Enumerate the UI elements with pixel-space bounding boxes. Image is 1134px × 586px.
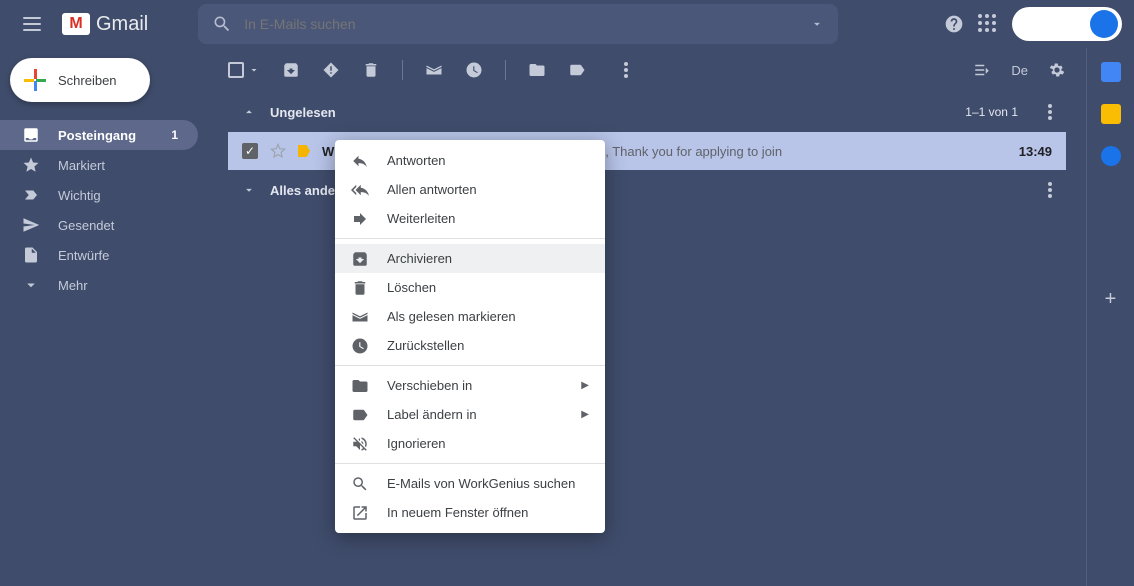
chevron-down-icon xyxy=(22,276,40,294)
drafts-icon xyxy=(22,246,40,264)
avatar xyxy=(1090,10,1118,38)
ctx-search-sender[interactable]: E-Mails von WorkGenius suchen xyxy=(335,469,605,498)
archive-icon xyxy=(351,250,369,268)
input-tools-label[interactable]: De xyxy=(1011,63,1028,78)
search-icon xyxy=(212,14,232,34)
ctx-delete[interactable]: Löschen xyxy=(335,273,605,302)
ctx-move-to[interactable]: Verschieben in ▶ xyxy=(335,371,605,400)
search-options-icon[interactable] xyxy=(810,17,824,31)
main-menu-button[interactable] xyxy=(12,4,52,44)
ctx-label-as[interactable]: Label ändern in ▶ xyxy=(335,400,605,429)
sidebar-label: Wichtig xyxy=(58,188,178,203)
sidebar-item-inbox[interactable]: Posteingang 1 xyxy=(0,120,198,150)
section-count: 1–1 von 1 xyxy=(965,105,1018,119)
toolbar-more-icon[interactable] xyxy=(624,62,628,78)
mark-read-icon xyxy=(351,308,369,326)
keep-icon[interactable] xyxy=(1101,104,1121,124)
reply-all-icon xyxy=(351,181,369,199)
calendar-icon[interactable] xyxy=(1101,62,1121,82)
archive-icon[interactable] xyxy=(282,61,300,79)
settings-icon[interactable] xyxy=(1048,61,1066,79)
chevron-right-icon: ▶ xyxy=(581,409,589,420)
logo-text: Gmail xyxy=(96,13,148,36)
sidebar-item-sent[interactable]: Gesendet xyxy=(0,210,198,240)
search-input[interactable] xyxy=(244,16,810,32)
sidebar-item-drafts[interactable]: Entwürfe xyxy=(0,240,198,270)
ctx-mark-read[interactable]: Als gelesen markieren xyxy=(335,302,605,331)
delete-icon[interactable] xyxy=(362,61,380,79)
select-all-checkbox[interactable] xyxy=(228,62,244,78)
section-title: Ungelesen xyxy=(270,105,336,120)
ctx-reply-all[interactable]: Allen antworten xyxy=(335,175,605,204)
context-menu: Antworten Allen antworten Weiterleiten A… xyxy=(335,140,605,533)
ctx-forward[interactable]: Weiterleiten xyxy=(335,204,605,233)
section-unread-header[interactable]: Ungelesen 1–1 von 1 xyxy=(228,92,1066,132)
ctx-archive[interactable]: Archivieren xyxy=(335,244,605,273)
mark-read-icon[interactable] xyxy=(425,61,443,79)
add-icon[interactable]: + xyxy=(1105,288,1117,311)
folder-icon xyxy=(351,377,369,395)
hamburger-icon xyxy=(23,17,41,31)
ctx-snooze[interactable]: Zurückstellen xyxy=(335,331,605,360)
sidebar-item-important[interactable]: Wichtig xyxy=(0,180,198,210)
sidebar-item-more[interactable]: Mehr xyxy=(0,270,198,300)
sidebar-label: Mehr xyxy=(58,278,178,293)
sidebar-item-starred[interactable]: Markiert xyxy=(0,150,198,180)
delete-icon xyxy=(351,279,369,297)
help-icon[interactable] xyxy=(944,14,964,34)
account-chip[interactable] xyxy=(1012,7,1122,41)
chevron-down-icon xyxy=(242,183,256,197)
search-box[interactable] xyxy=(198,4,838,44)
inbox-icon xyxy=(22,126,40,144)
important-marker-icon[interactable] xyxy=(298,145,310,157)
side-panel: + xyxy=(1086,48,1134,586)
tasks-icon[interactable] xyxy=(1101,146,1121,166)
star-icon[interactable] xyxy=(270,143,286,159)
chevron-up-icon xyxy=(242,105,256,119)
sidebar-label: Gesendet xyxy=(58,218,178,233)
sent-icon xyxy=(22,216,40,234)
sidebar-label: Posteingang xyxy=(58,128,153,143)
star-icon xyxy=(22,156,40,174)
select-dropdown-icon[interactable] xyxy=(248,61,260,79)
ctx-mute[interactable]: Ignorieren xyxy=(335,429,605,458)
reply-icon xyxy=(351,152,369,170)
sidebar-label: Markiert xyxy=(58,158,178,173)
section-more-icon[interactable] xyxy=(1048,104,1052,120)
important-icon xyxy=(22,186,40,204)
label-icon[interactable] xyxy=(568,61,586,79)
spam-icon[interactable] xyxy=(322,61,340,79)
search-icon xyxy=(351,475,369,493)
open-new-icon xyxy=(351,504,369,522)
compose-label: Schreiben xyxy=(58,73,117,88)
sidebar-label: Entwürfe xyxy=(58,248,178,263)
section-more-icon[interactable] xyxy=(1048,182,1052,198)
ctx-open-new-window[interactable]: In neuem Fenster öffnen xyxy=(335,498,605,527)
email-time: 13:49 xyxy=(1019,144,1052,159)
sidebar-count: 1 xyxy=(171,128,178,142)
snooze-icon[interactable] xyxy=(465,61,483,79)
label-icon xyxy=(351,406,369,424)
apps-icon[interactable] xyxy=(978,14,998,34)
chevron-right-icon: ▶ xyxy=(581,380,589,391)
ctx-reply[interactable]: Antworten xyxy=(335,146,605,175)
gmail-m-icon: M xyxy=(62,13,90,35)
forward-icon xyxy=(351,210,369,228)
snooze-icon xyxy=(351,337,369,355)
gmail-logo[interactable]: M Gmail xyxy=(62,13,148,36)
row-checkbox[interactable]: ✓ xyxy=(242,143,258,159)
move-icon[interactable] xyxy=(528,61,546,79)
plus-icon xyxy=(24,69,46,91)
display-density-icon[interactable] xyxy=(973,61,991,79)
mute-icon xyxy=(351,435,369,453)
toolbar: De xyxy=(228,48,1066,92)
compose-button[interactable]: Schreiben xyxy=(10,58,150,102)
